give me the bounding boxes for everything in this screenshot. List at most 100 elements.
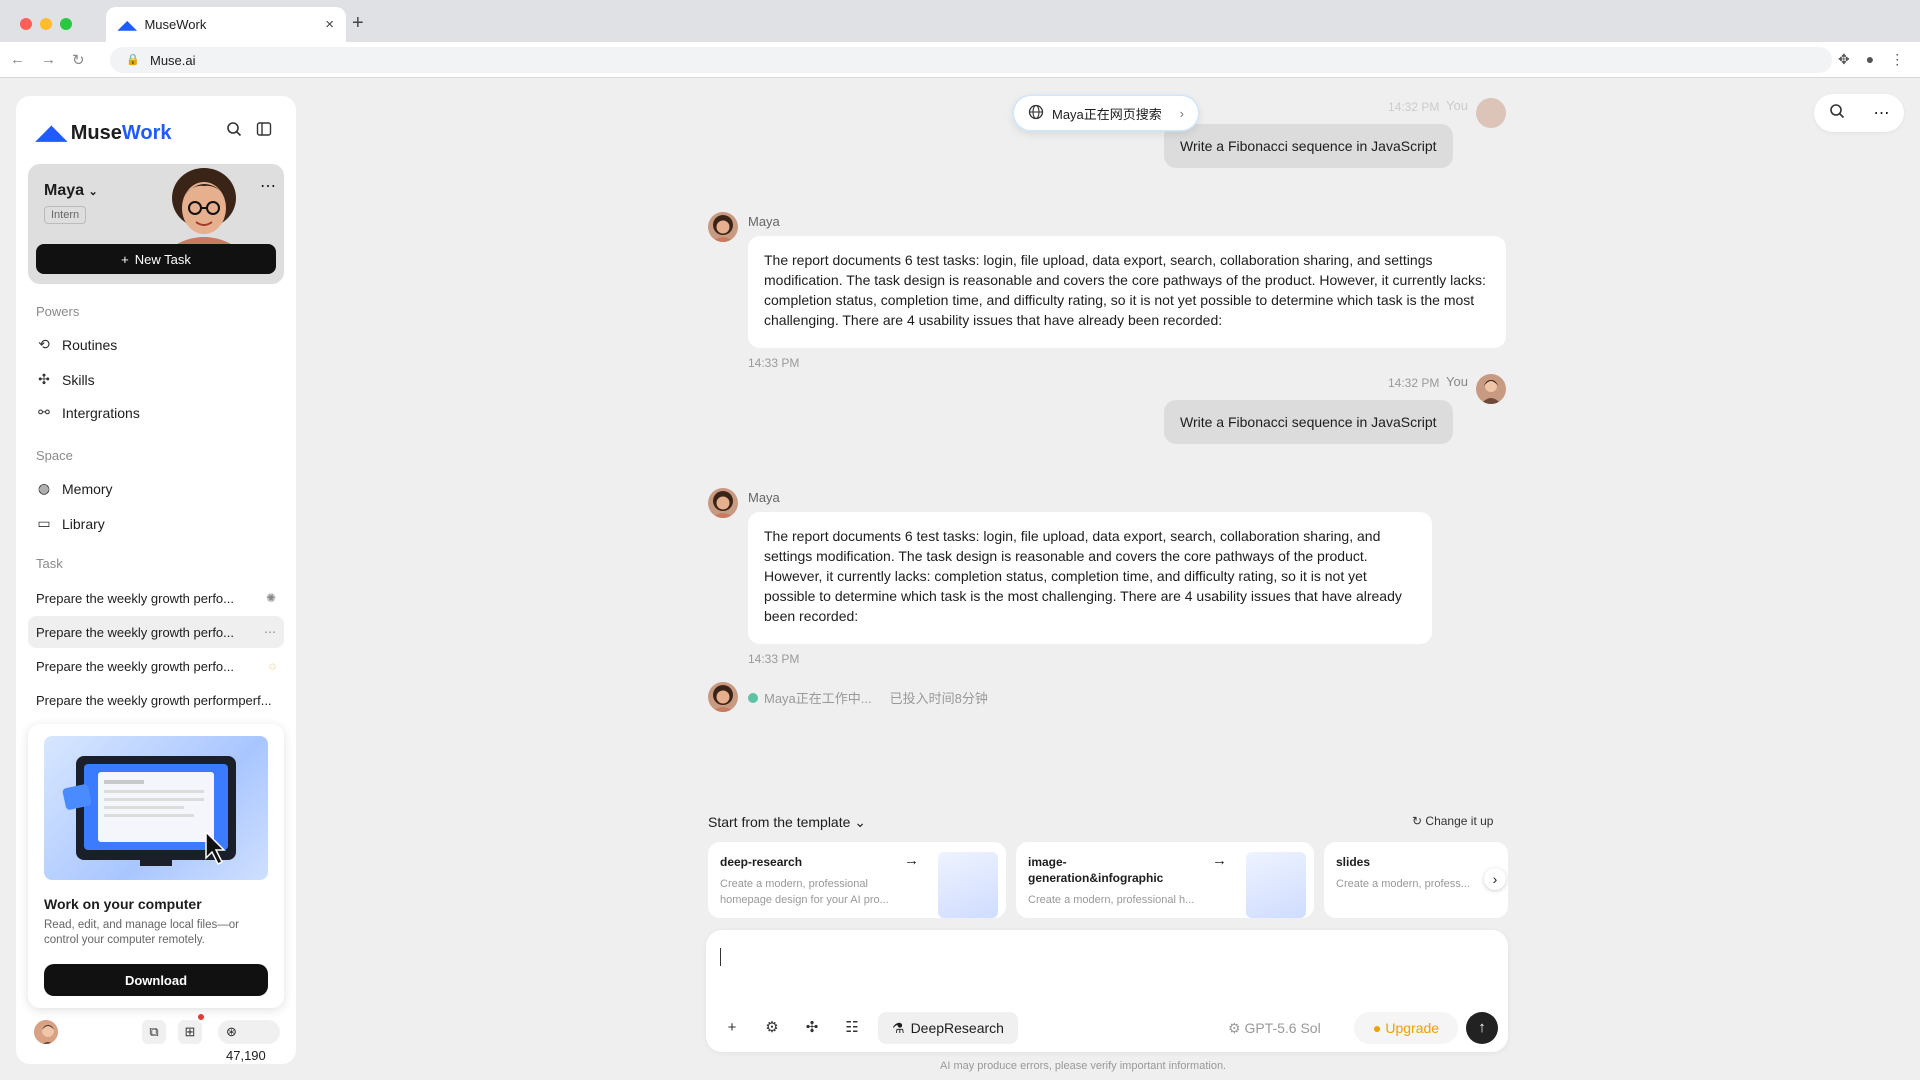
credits-value: 47,190 — [226, 1048, 266, 1063]
more-icon[interactable]: ⋯ — [256, 625, 276, 639]
task-item[interactable]: Prepare the weekly growth perfo... ⋯ — [28, 616, 284, 648]
assistant-message: The report documents 6 test tasks: login… — [748, 512, 1432, 644]
remote-desktop-icon[interactable]: ⧉ — [142, 1020, 166, 1044]
user-avatar[interactable] — [32, 1018, 60, 1046]
search-icon[interactable] — [1829, 103, 1845, 124]
user-avatar — [1476, 98, 1506, 128]
message-time: 14:33 PM — [748, 652, 800, 666]
reload-icon[interactable]: ↻ — [72, 51, 85, 69]
status-dot — [748, 692, 758, 703]
close-window-button[interactable] — [20, 18, 32, 30]
task-label: Prepare the weekly growth perfo... — [36, 658, 234, 674]
deep-research-toggle[interactable]: ⚗ DeepResearch — [878, 1012, 1018, 1044]
extensions-icon[interactable]: ✥ — [1838, 51, 1850, 68]
nav-item-memory[interactable]: ◍ Memory — [36, 480, 113, 497]
nav-item-skills[interactable]: ✣ Skills — [36, 371, 95, 388]
nav-item-routines[interactable]: ⟲ Routines — [36, 336, 117, 353]
task-item[interactable]: Prepare the weekly growth performperf... — [28, 684, 284, 716]
forward-icon[interactable]: → — [41, 51, 56, 69]
space-heading: Space — [36, 448, 73, 463]
maximize-window-button[interactable] — [60, 18, 72, 30]
agent-avatar — [708, 682, 738, 712]
template-selector[interactable]: Start from the template ⌄ — [708, 814, 866, 831]
promo-title: Work on your computer — [44, 896, 202, 912]
tab-bar: ◢◣ MuseWork × + — [0, 0, 1920, 42]
task-label: Prepare the weekly growth performperf... — [36, 692, 272, 708]
new-task-button[interactable]: + New Task — [36, 244, 276, 274]
puzzle-icon: ✣ — [38, 371, 50, 387]
gift-icon[interactable]: ⊞ — [178, 1020, 202, 1044]
agent-card[interactable]: Maya ⌄ Intern ⋯ + New Task — [28, 164, 284, 284]
task-label: Prepare the weekly growth perfo... — [36, 624, 234, 640]
brand-logo: ◢◣ MuseWork — [36, 120, 172, 145]
model-selector[interactable]: ⚙ GPT-5.6 Sol — [1228, 1020, 1321, 1037]
more-icon[interactable]: ⋯ — [260, 176, 276, 196]
user-message: Write a Fibonacci sequence in JavaScript — [1164, 124, 1453, 168]
change-template-button[interactable]: ↻ Change it up — [1412, 814, 1493, 828]
chevron-down-icon: ⌄ — [88, 186, 98, 198]
agent-role-badge: Intern — [44, 206, 87, 224]
chevron-right-icon: › — [1179, 105, 1184, 121]
routine-icon: ⟲ — [38, 336, 50, 352]
deep-research-label: DeepResearch — [910, 1020, 1004, 1036]
template-card[interactable]: slides Create a modern, profess... › — [1324, 842, 1508, 918]
agent-portrait — [170, 168, 238, 248]
nav-label: Skills — [62, 371, 95, 388]
download-button[interactable]: Download — [44, 964, 268, 996]
agent-working-status: Maya正在工作中... 已投入时间8分钟 — [748, 688, 988, 707]
notification-dot — [198, 1014, 204, 1020]
nav-item-library[interactable]: ▭ Library — [36, 515, 104, 532]
search-icon[interactable] — [226, 121, 242, 142]
window-controls — [20, 18, 72, 30]
plus-icon: + — [121, 251, 129, 267]
send-button[interactable]: ↑ — [1466, 1012, 1498, 1044]
nav-item-integrations[interactable]: ⚯ Intergrations — [36, 404, 140, 421]
promo-illustration — [44, 736, 268, 880]
credits-icon: ⊛ — [226, 1024, 237, 1039]
arrow-up-icon: ↑ — [1478, 1019, 1486, 1036]
puzzle-icon[interactable]: ✣ — [798, 1014, 826, 1042]
loading-spinner-icon: ✺ — [265, 591, 276, 605]
address-bar: ← → ↻ 🔒 Muse.ai ✥ ● ⋮ — [0, 42, 1920, 78]
message-composer[interactable]: + ⚙ ✣ ☷ ⚗ DeepResearch ⚙ GPT-5.6 Sol ● U… — [706, 930, 1508, 1052]
apps-grid-icon[interactable]: ☷ — [838, 1014, 866, 1042]
web-search-status-pill[interactable]: Maya正在网页搜索 › — [1014, 96, 1198, 130]
close-tab-icon[interactable]: × — [325, 16, 334, 33]
message-time: 14:33 PM — [748, 356, 800, 370]
tab-title: MuseWork — [144, 17, 207, 32]
progress-ring-icon: ◌ — [268, 659, 276, 673]
attach-plus-icon[interactable]: + — [718, 1014, 746, 1042]
url-field[interactable]: 🔒 Muse.ai — [110, 47, 1832, 73]
ai-disclaimer: AI may produce errors, please verify imp… — [940, 1060, 1227, 1072]
agent-selector[interactable]: Maya ⌄ — [44, 182, 98, 200]
model-name: GPT-5.6 Sol — [1244, 1020, 1321, 1036]
template-description: Create a modern, professional homepage d… — [720, 878, 889, 906]
message-time: 14:32 PM — [1388, 100, 1440, 114]
upgrade-button[interactable]: ● Upgrade — [1354, 1012, 1458, 1044]
nav-label: Routines — [62, 336, 118, 353]
chevron-right-icon[interactable]: › — [1484, 868, 1506, 890]
powers-heading: Powers — [36, 304, 80, 319]
new-tab-button[interactable]: + — [352, 12, 364, 35]
browser-tab[interactable]: ◢◣ MuseWork × — [106, 7, 346, 42]
back-icon[interactable]: ← — [10, 51, 25, 69]
nav-label: Memory — [62, 480, 113, 497]
musework-favicon-icon: ◢◣ — [118, 17, 137, 32]
template-name: deep-research — [720, 855, 803, 869]
more-icon[interactable]: ⋯ — [1874, 103, 1890, 123]
user-avatar — [1476, 374, 1506, 404]
sidebar-toggle-icon[interactable] — [256, 121, 272, 142]
tools-icon[interactable]: ⚙ — [758, 1014, 786, 1042]
upgrade-label: Upgrade — [1385, 1020, 1440, 1036]
browser-menu-icon[interactable]: ⋮ — [1890, 51, 1904, 68]
template-card[interactable]: deep-research Create a modern, professio… — [708, 842, 1006, 918]
credits-badge[interactable]: ⊛ 47,190 — [218, 1020, 280, 1063]
user-message: Write a Fibonacci sequence in JavaScript — [1164, 400, 1453, 444]
template-card[interactable]: image-generation&infographic Create a mo… — [1016, 842, 1314, 918]
minimize-window-button[interactable] — [40, 18, 52, 30]
task-item[interactable]: Prepare the weekly growth perfo... ◌ — [28, 650, 284, 682]
task-item[interactable]: Prepare the weekly growth perfo... ✺ — [28, 582, 284, 614]
task-label: Prepare the weekly growth perfo... — [36, 590, 234, 606]
profile-icon[interactable]: ● — [1866, 51, 1874, 68]
memory-icon: ◍ — [37, 480, 51, 496]
